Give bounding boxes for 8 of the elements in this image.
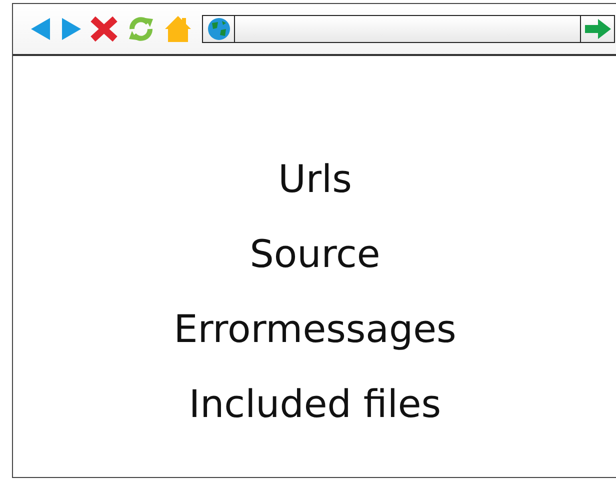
menu-text: Errormessages — [174, 306, 456, 353]
menu-text: Source — [250, 231, 380, 278]
address-bar[interactable] — [202, 15, 615, 43]
back-icon[interactable] — [30, 17, 52, 41]
menu-text: Included files — [188, 381, 442, 428]
menu-text: Urls — [278, 156, 352, 203]
close-icon[interactable] — [90, 16, 118, 42]
forward-icon[interactable] — [60, 17, 82, 41]
